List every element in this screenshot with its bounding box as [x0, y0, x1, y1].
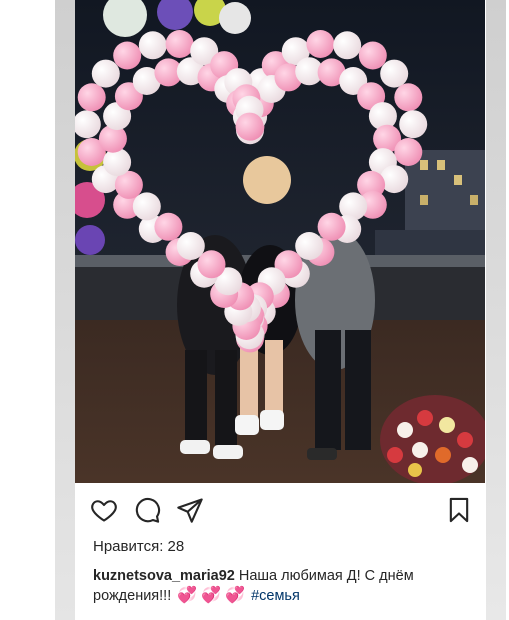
balloon	[380, 59, 409, 88]
photo-illustration	[75, 0, 485, 483]
balloon	[235, 112, 264, 141]
hashtag-link[interactable]: #семья	[251, 588, 300, 604]
heart-emoji: 💞	[177, 587, 198, 604]
username-link[interactable]: kuznetsova_maria92	[93, 568, 235, 584]
balloon	[154, 212, 183, 241]
face-middle	[243, 156, 291, 204]
balloon	[176, 232, 205, 260]
balloon	[77, 83, 106, 112]
heart-emoji: 💞	[201, 587, 222, 604]
like-count[interactable]: Нравится: 28	[93, 538, 184, 555]
comment-icon[interactable]	[133, 496, 161, 524]
balloon	[399, 110, 428, 139]
balloon	[358, 41, 387, 70]
balloon	[138, 31, 167, 60]
balloon	[306, 30, 335, 58]
bookmark-icon[interactable]	[445, 496, 473, 524]
balloon	[333, 31, 362, 60]
balloon	[91, 59, 120, 88]
balloon	[165, 30, 194, 58]
share-icon[interactable]	[176, 496, 204, 524]
left-frame-bar	[55, 0, 75, 620]
balloon	[103, 148, 132, 177]
balloon	[132, 192, 161, 221]
post-caption: kuznetsova_maria92 Наша любимая Д! С днё…	[93, 566, 465, 606]
balloon	[394, 83, 423, 112]
heart-icon[interactable]	[90, 496, 118, 524]
balloon	[394, 138, 423, 166]
right-frame-bar	[486, 0, 506, 620]
post-action-bar	[75, 483, 485, 535]
balloon	[317, 212, 346, 241]
post-photo[interactable]	[75, 0, 485, 483]
heart-emoji: 💞	[225, 587, 246, 604]
balloon	[113, 41, 142, 70]
